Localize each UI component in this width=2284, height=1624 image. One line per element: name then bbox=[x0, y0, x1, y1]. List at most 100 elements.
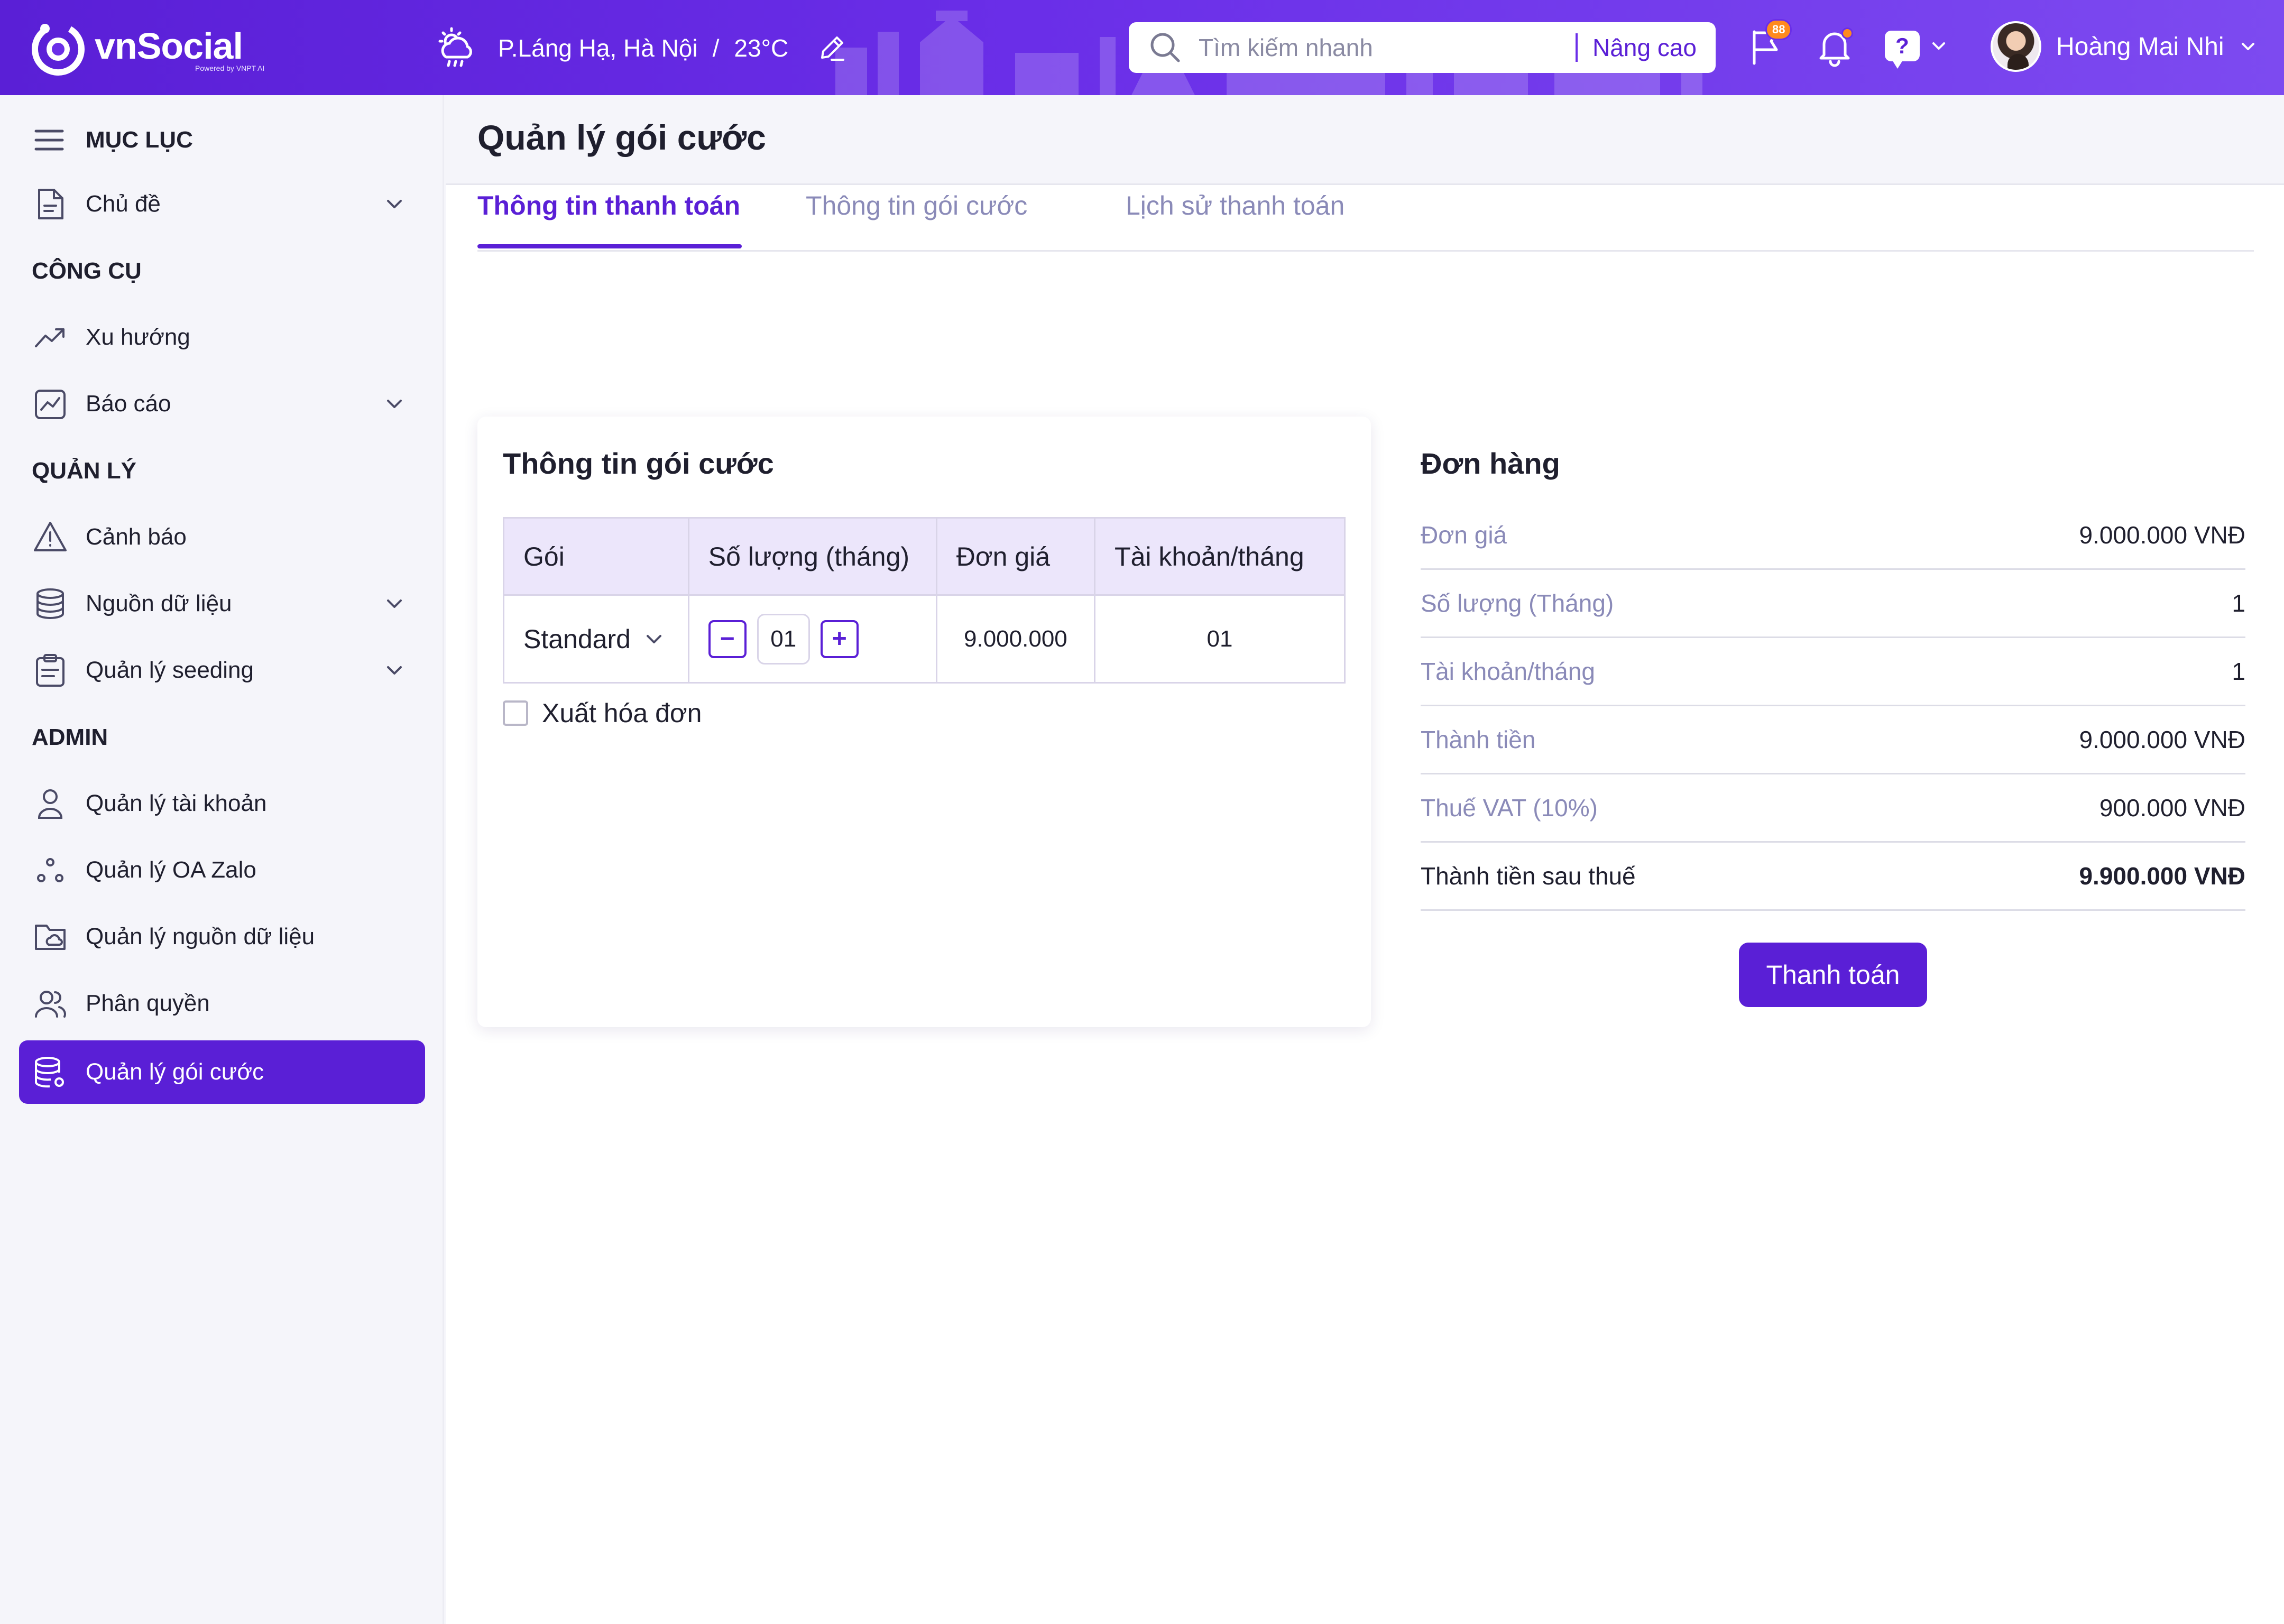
sidebar-item-label: Phân quyền bbox=[86, 990, 210, 1016]
order-row-value: 1 bbox=[2232, 589, 2245, 617]
pay-button[interactable]: Thanh toán bbox=[1739, 943, 1927, 1007]
sidebar-item-alert[interactable]: Cảnh báo bbox=[19, 505, 425, 569]
top-header: vnSocial Powered by VNPT AI P.Láng Hạ, H… bbox=[0, 0, 2284, 95]
flag-badge-count: 88 bbox=[1765, 19, 1792, 40]
sidebar-item-trend[interactable]: Xu hướng bbox=[19, 306, 425, 369]
weather-cloud-sun-icon bbox=[438, 27, 472, 67]
order-row-total: Thành tiền sau thuế 9.900.000 VNĐ bbox=[1421, 843, 2245, 911]
order-row-label: Thành tiền sau thuế bbox=[1421, 862, 1636, 890]
decrement-button[interactable]: − bbox=[708, 620, 747, 658]
trend-line-icon bbox=[35, 328, 65, 347]
sidebar-item-label: Quản lý OA Zalo bbox=[86, 857, 256, 883]
sidebar-item-label: Nguồn dữ liệu bbox=[86, 590, 232, 616]
users-icon bbox=[35, 991, 66, 1018]
sidebar-item-datasource-manage[interactable]: Quản lý nguồn dữ liệu bbox=[19, 905, 425, 968]
sidebar-item-accounts[interactable]: Quản lý tài khoản bbox=[19, 772, 425, 835]
weather-location: P.Láng Hạ, Hà Nội bbox=[498, 34, 698, 62]
app-logo[interactable]: vnSocial Powered by VNPT AI bbox=[29, 20, 264, 78]
sidebar-item-label: Quản lý nguồn dữ liệu bbox=[86, 924, 315, 949]
order-row-subtotal: Thành tiền 9.000.000 VNĐ bbox=[1421, 706, 2245, 774]
column-header-package: Gói bbox=[503, 517, 689, 596]
sidebar-item-seeding[interactable]: Quản lý seeding bbox=[19, 639, 425, 702]
quantity-cell: − 01 + bbox=[687, 594, 937, 684]
export-invoice-option[interactable]: Xuất hóa đơn bbox=[503, 698, 702, 728]
package-card-title: Thông tin gói cước bbox=[503, 447, 774, 480]
sidebar-item-label: Báo cáo bbox=[86, 391, 171, 417]
tab-payment-history[interactable]: Lịch sử thanh toán bbox=[1126, 190, 1344, 221]
user-name: Hoàng Mai Nhi bbox=[2056, 32, 2224, 61]
increment-button[interactable]: + bbox=[820, 620, 859, 658]
order-title: Đơn hàng bbox=[1421, 447, 1560, 480]
tab-plan-info[interactable]: Thông tin gói cước bbox=[806, 190, 1027, 221]
chevron-down-icon bbox=[1932, 42, 1945, 50]
sidebar-menu-title: MỤC LỤC bbox=[86, 127, 193, 153]
chevron-down-icon bbox=[387, 666, 402, 675]
sidebar-item-label: Xu hướng bbox=[86, 324, 190, 350]
hamburger-icon[interactable] bbox=[32, 123, 67, 158]
sidebar-item-datasource[interactable]: Nguồn dữ liệu bbox=[19, 572, 425, 635]
advanced-search-link[interactable]: Nâng cao bbox=[1576, 33, 1697, 62]
order-row-accounts: Tài khoản/tháng 1 bbox=[1421, 638, 2245, 706]
order-row-label: Thành tiền bbox=[1421, 726, 1536, 753]
quantity-stepper: − 01 + bbox=[689, 613, 936, 665]
tab-payment-info[interactable]: Thông tin thanh toán bbox=[477, 190, 740, 221]
notification-dot bbox=[1841, 27, 1853, 39]
package-select-value: Standard bbox=[523, 624, 631, 654]
sidebar-item-report[interactable]: Báo cáo bbox=[19, 372, 425, 436]
package-select[interactable]: Standard bbox=[504, 624, 688, 654]
package-card: Thông tin gói cước Gói Số lượng (tháng) … bbox=[477, 417, 1371, 1027]
table-header-row: Gói Số lượng (tháng) Đơn giá Tài khoản/t… bbox=[503, 517, 1346, 596]
quick-search: Nâng cao bbox=[1129, 22, 1716, 73]
package-cell: Standard bbox=[503, 594, 689, 684]
logo-name: vnSocial bbox=[95, 25, 243, 67]
chevron-down-icon bbox=[2242, 43, 2255, 50]
export-invoice-label: Xuất hóa đơn bbox=[542, 698, 702, 728]
logo-mark-icon bbox=[31, 22, 85, 76]
quantity-value[interactable]: 01 bbox=[757, 613, 810, 665]
avatar bbox=[1991, 21, 2041, 72]
order-row-value: 1 bbox=[2232, 658, 2245, 685]
edit-pencil-icon[interactable] bbox=[816, 32, 848, 64]
tab-bar: Thông tin thanh toán Thông tin gói cước … bbox=[477, 95, 2254, 252]
user-menu[interactable]: Hoàng Mai Nhi bbox=[1991, 21, 2258, 72]
order-row-value: 9.000.000 VNĐ bbox=[2079, 726, 2245, 753]
network-dots-icon bbox=[37, 858, 63, 882]
sidebar-menu-toggle[interactable]: MỤC LỤC bbox=[32, 123, 193, 158]
active-tab-indicator bbox=[477, 244, 742, 248]
order-row-label: Số lượng (Tháng) bbox=[1421, 589, 1614, 617]
order-row-value: 9.000.000 VNĐ bbox=[2079, 521, 2245, 549]
order-row-value: 900.000 VNĐ bbox=[2099, 794, 2245, 822]
sidebar-item-label: Quản lý gói cước bbox=[86, 1059, 264, 1085]
sidebar-item-topic[interactable]: Chủ đề bbox=[19, 172, 425, 236]
weather-widget: P.Láng Hạ, Hà Nội / 23°C bbox=[434, 25, 848, 71]
order-row-label: Thuế VAT (10%) bbox=[1421, 794, 1598, 822]
warning-icon bbox=[34, 522, 67, 551]
table-row: Standard − 01 + 9.000.000 01 bbox=[503, 594, 1346, 684]
clipboard-icon bbox=[36, 654, 65, 687]
price-cell: 9.000.000 bbox=[935, 594, 1096, 684]
sidebar-item-label: Chủ đề bbox=[86, 191, 161, 217]
user-icon bbox=[38, 789, 63, 819]
search-icon[interactable] bbox=[1148, 30, 1183, 65]
chevron-down-icon bbox=[387, 599, 402, 608]
sidebar-item-permission[interactable]: Phân quyền bbox=[19, 972, 425, 1035]
weather-temperature: 23°C bbox=[734, 34, 789, 62]
sidebar-item-label: Quản lý tài khoản bbox=[86, 790, 267, 816]
help-menu[interactable]: ? bbox=[1885, 31, 1948, 69]
sidebar-item-label: Cảnh báo bbox=[86, 524, 187, 550]
export-invoice-checkbox[interactable] bbox=[503, 700, 528, 726]
order-summary: Đơn hàng Đơn giá 9.000.000 VNĐ Số lượng … bbox=[1421, 417, 2245, 1007]
order-row-value: 9.900.000 VNĐ bbox=[2079, 862, 2245, 890]
column-header-price: Đơn giá bbox=[935, 517, 1096, 596]
chevron-down-icon bbox=[387, 400, 402, 408]
order-row-vat: Thuế VAT (10%) 900.000 VNĐ bbox=[1421, 774, 2245, 843]
package-table: Gói Số lượng (tháng) Đơn giá Tài khoản/t… bbox=[503, 517, 1346, 684]
sidebar-item-oa-zalo[interactable]: Quản lý OA Zalo bbox=[19, 838, 425, 902]
search-input[interactable] bbox=[1199, 33, 1576, 62]
sidebar-section-manage: QUẢN LÝ bbox=[32, 458, 136, 484]
chevron-down-icon bbox=[387, 200, 402, 208]
sidebar-item-plans[interactable]: Quản lý gói cước bbox=[19, 1040, 425, 1104]
order-rows: Đơn giá 9.000.000 VNĐ Số lượng (Tháng) 1… bbox=[1421, 502, 2245, 911]
help-icon: ? bbox=[1885, 31, 1920, 69]
order-row-unit-price: Đơn giá 9.000.000 VNĐ bbox=[1421, 502, 2245, 570]
